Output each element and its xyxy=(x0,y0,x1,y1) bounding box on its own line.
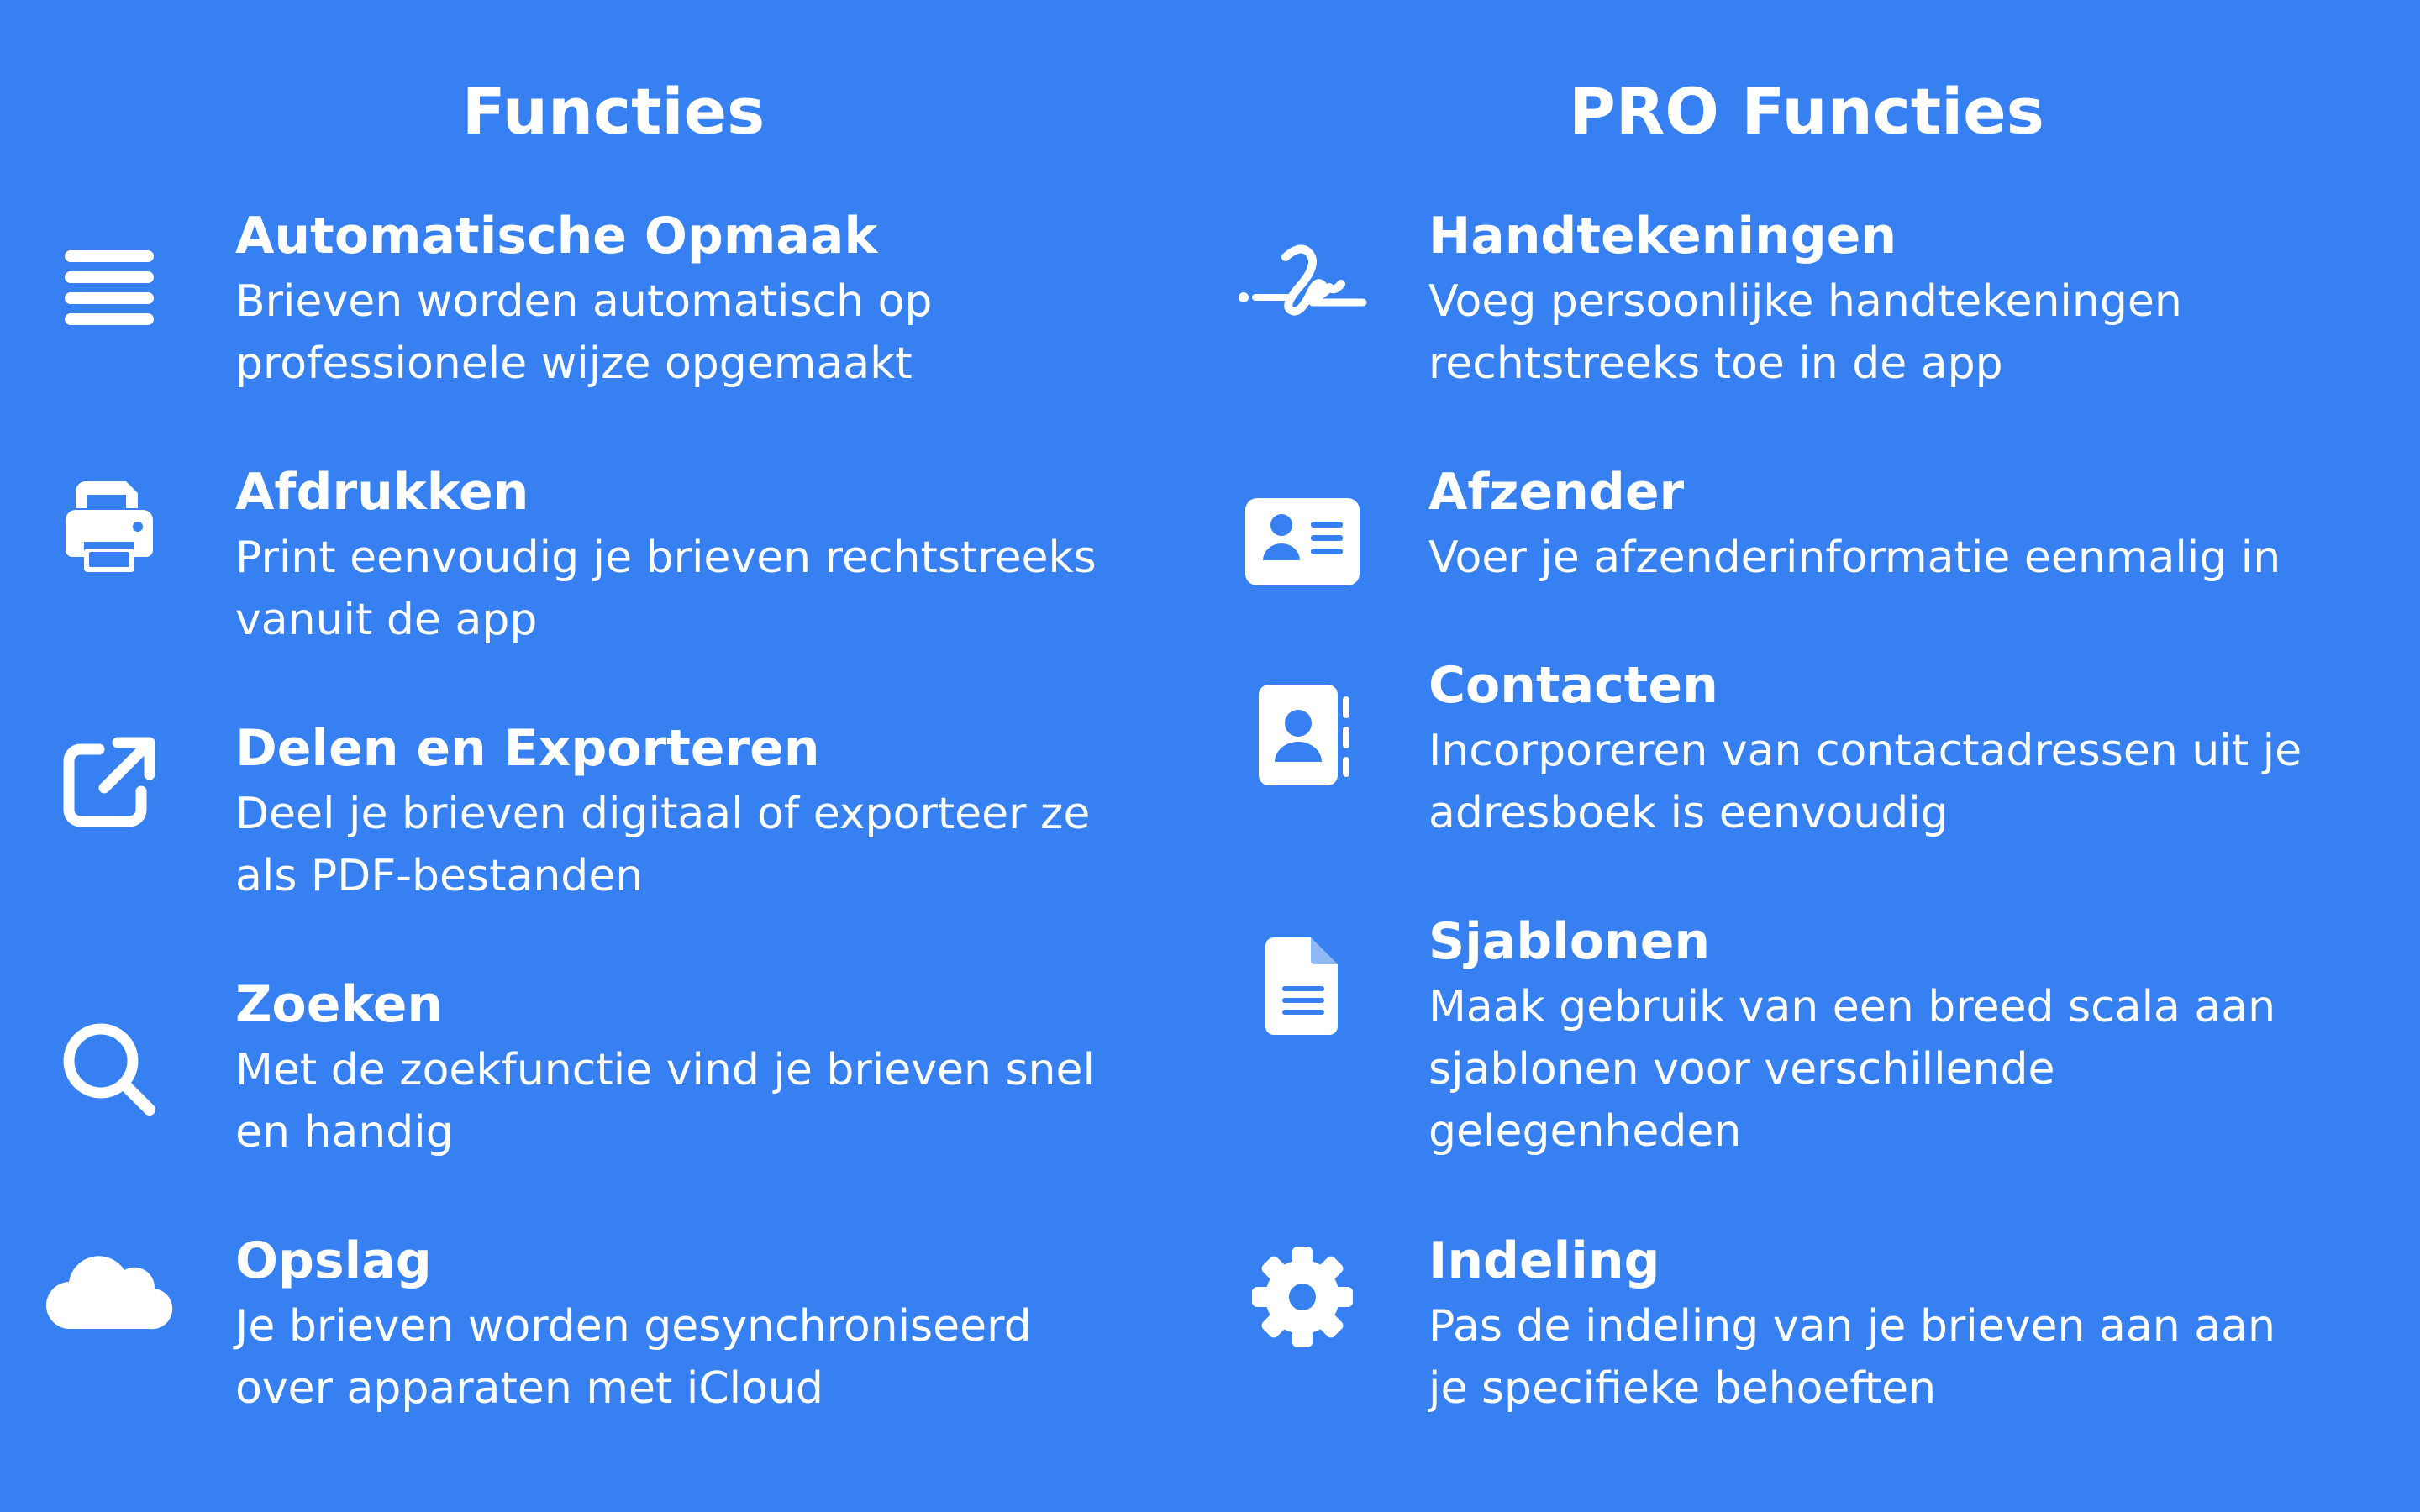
feature-description: Voeg persoonlijke handtekeningen rechtst… xyxy=(1428,276,2182,389)
feature-description: Voer je afzenderinformatie eenmalig in xyxy=(1428,533,2281,583)
search-icon xyxy=(42,1004,176,1138)
feature-title: Delen en Exporteren xyxy=(235,719,820,778)
feature-title: Afdrukken xyxy=(235,463,529,522)
feature-description: Maak gebruik van een breed scala aan sja… xyxy=(1428,982,2276,1157)
cloud-icon xyxy=(42,1226,176,1361)
printer-icon xyxy=(42,458,176,592)
document-icon xyxy=(1235,907,1370,1042)
feature-title: Afzender xyxy=(1428,463,1685,522)
feature-title: Zoeken xyxy=(235,975,444,1034)
feature-title: Indeling xyxy=(1428,1231,1660,1290)
feature-description: Brieven worden automatisch op profession… xyxy=(235,276,933,389)
feature-description: Je brieven worden gesynchroniseerd over … xyxy=(235,1301,1032,1414)
features-heading: Functies xyxy=(461,74,765,149)
id-card-icon xyxy=(1235,458,1370,592)
feature-description: Incorporeren van contactadressen uit je … xyxy=(1428,726,2302,838)
feature-title: Contacten xyxy=(1428,656,1718,715)
gear-icon xyxy=(1235,1226,1370,1361)
share-export-icon xyxy=(42,714,176,848)
lines-icon xyxy=(42,215,176,349)
feature-title: Handtekeningen xyxy=(1428,207,1897,265)
feature-description: Met de zoekfunctie vind je brieven snel … xyxy=(235,1045,1095,1158)
feature-description: Print eenvoudig je brieven rechtstreeks … xyxy=(235,533,1097,645)
feature-title: Automatische Opmaak xyxy=(235,207,878,265)
address-book-icon xyxy=(1235,668,1370,802)
feature-title: Sjablonen xyxy=(1428,912,1711,971)
feature-description: Deel je brieven digitaal of exporteer ze… xyxy=(235,789,1091,901)
pro-features-heading: PRO Functies xyxy=(1569,74,2044,149)
signature-icon xyxy=(1235,215,1370,349)
feature-title: Opslag xyxy=(235,1231,432,1290)
feature-description: Pas de indeling van je brieven aan aan j… xyxy=(1428,1301,2275,1414)
